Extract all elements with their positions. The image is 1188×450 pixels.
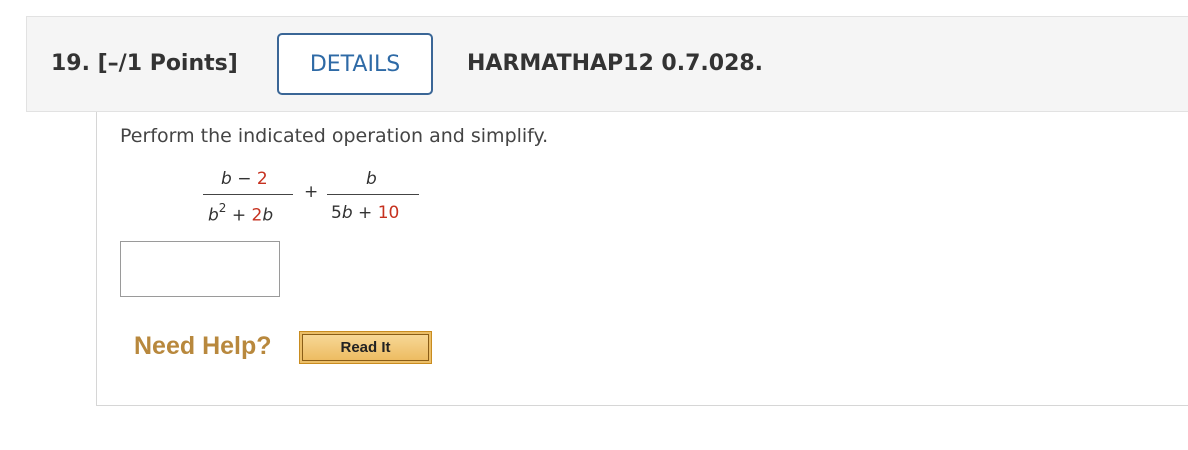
details-button[interactable]: DETAILS xyxy=(277,33,433,95)
read-it-label: Read It xyxy=(302,334,429,361)
fraction1-denominator: b2 + 2b xyxy=(208,201,274,226)
question-number-points: 19. [–/1 Points] xyxy=(51,51,238,76)
fraction2-denominator: 5b + 10 xyxy=(331,203,400,223)
fraction2-numerator: b xyxy=(366,169,377,189)
need-help-label: Need Help? xyxy=(134,332,272,360)
fraction2-bar xyxy=(327,194,419,195)
plus-operator: + xyxy=(304,182,319,202)
fraction1-numerator: b − 2 xyxy=(221,169,268,189)
question-header: 19. [–/1 Points] DETAILS HARMATHAP12 0.7… xyxy=(26,16,1188,112)
fraction1-bar xyxy=(203,194,293,195)
problem-prompt: Perform the indicated operation and simp… xyxy=(120,125,549,147)
problem-code: HARMATHAP12 0.7.028. xyxy=(467,51,764,76)
answer-input[interactable] xyxy=(120,241,280,297)
read-it-button[interactable]: Read It xyxy=(299,331,432,364)
